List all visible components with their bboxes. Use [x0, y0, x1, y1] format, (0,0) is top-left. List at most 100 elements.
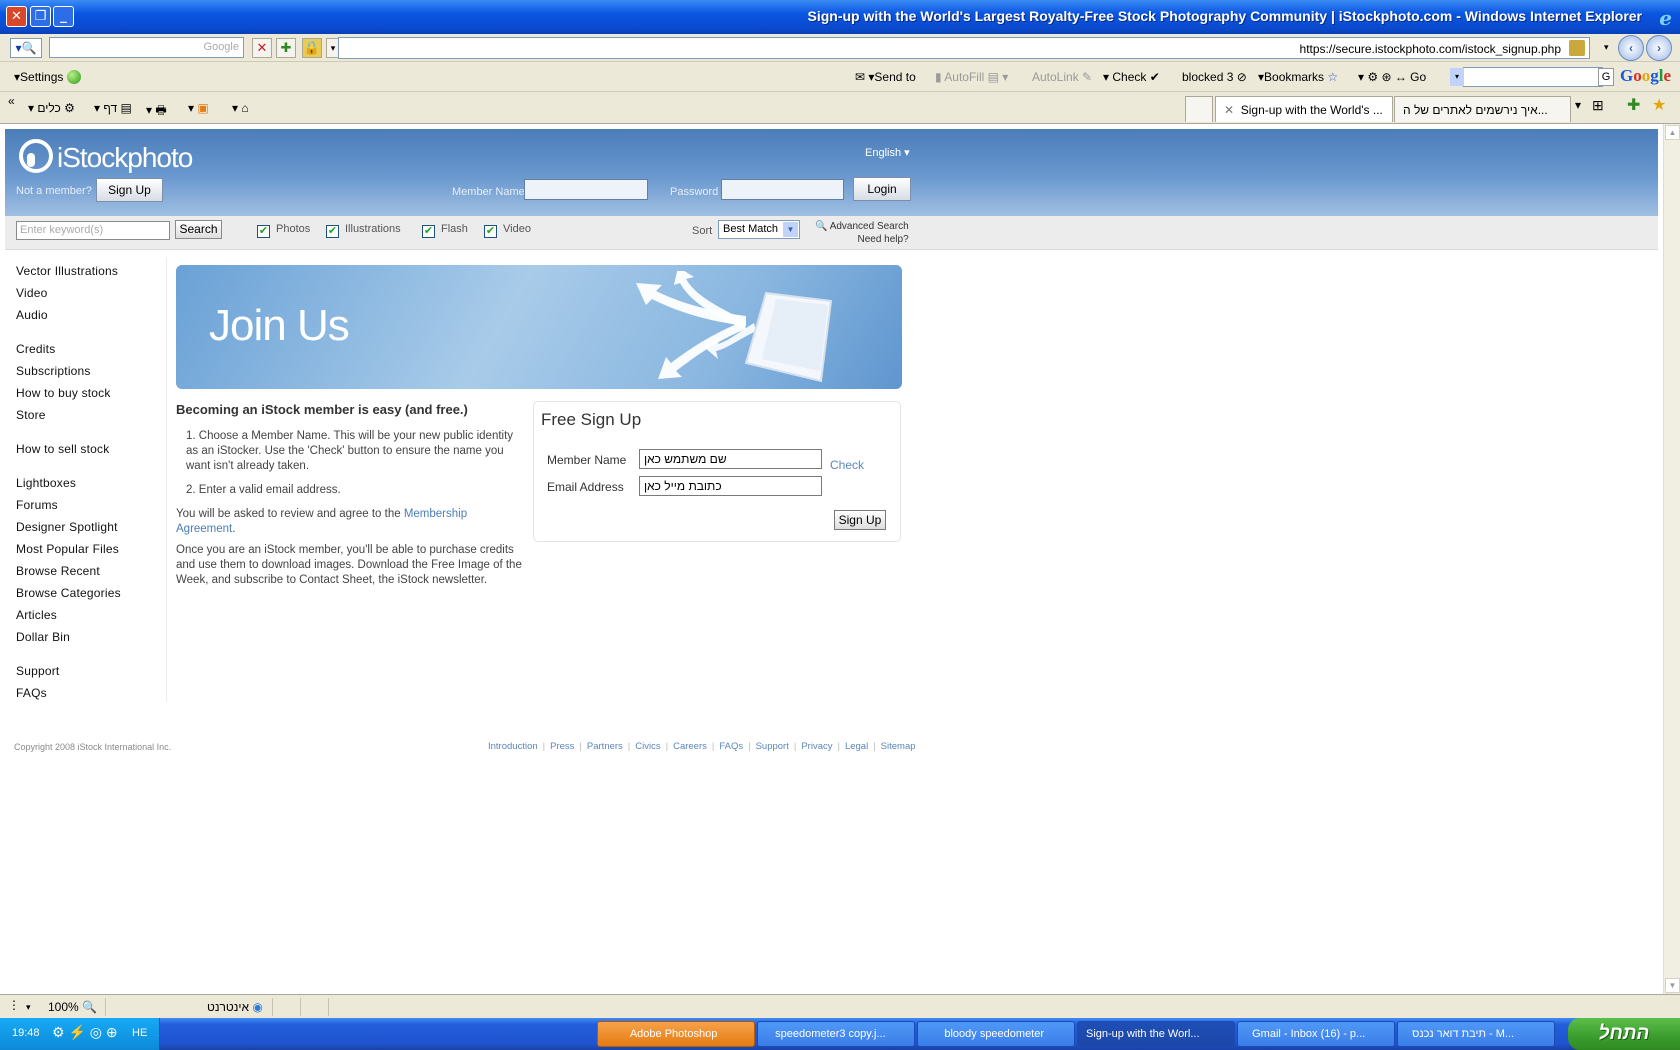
address-dropdown-icon[interactable]: ▾ — [1604, 42, 1609, 53]
filter-illustrations-checkbox[interactable]: ✔ Illustrations — [326, 223, 401, 238]
taskbar-outlook[interactable]: תיבת דואר נכנס - M... — [1397, 1021, 1555, 1047]
taskbar-photoshop[interactable]: Adobe Photoshop — [597, 1021, 755, 1047]
send-to-button[interactable]: ✉ ▾Send to — [855, 70, 916, 84]
security-lock-icon[interactable] — [1569, 40, 1585, 56]
tab-list-dropdown-icon[interactable]: ▾ — [1575, 98, 1581, 112]
nav-link[interactable]: Browse Categories — [16, 582, 166, 604]
nav-link[interactable]: Credits — [16, 338, 166, 360]
add-arrow-icon[interactable]: ✚ — [276, 38, 296, 58]
print-button[interactable]: ▾ 🖶 — [146, 101, 167, 122]
nav-link[interactable]: Browse Recent — [16, 560, 166, 582]
footer-link[interactable]: Press — [550, 741, 574, 752]
nav-link[interactable]: Dollar Bin — [16, 626, 166, 648]
signup-email-input[interactable]: כתובת מייל כאן — [639, 476, 822, 496]
login-password-input[interactable] — [721, 179, 844, 200]
scroll-down-arrow-icon[interactable]: ▼ — [1665, 978, 1680, 993]
language-selector[interactable]: English ▾ — [865, 146, 910, 159]
scroll-up-arrow-icon[interactable]: ▲ — [1665, 125, 1680, 140]
filter-flash-checkbox[interactable]: ✔ Flash — [422, 223, 468, 238]
taskbar-ie-signup[interactable]: Sign-up with the Worl... — [1077, 1021, 1235, 1047]
new-tab-button[interactable] — [1185, 96, 1213, 122]
nav-link[interactable]: Articles — [16, 604, 166, 626]
search-button[interactable]: Search — [175, 220, 222, 239]
tools-menu[interactable]: ▾ כלים ⚙ — [28, 101, 75, 115]
nav-link[interactable]: FAQs — [16, 682, 166, 704]
nav-link[interactable]: Subscriptions — [16, 360, 166, 382]
tab-signup[interactable]: ✕ Sign-up with the World's ... — [1215, 96, 1393, 122]
google-g-icon[interactable]: G — [1598, 68, 1614, 86]
tray-icons[interactable]: ⚙ ⚡ ◎ ⊕ — [52, 1024, 118, 1041]
search-menu-icon[interactable]: ▾🔍 — [10, 38, 42, 58]
autofill-button[interactable]: ▮ AutoFill ▤ ▾ — [935, 70, 1008, 84]
zoom-dropdown-icon[interactable]: ▾ — [26, 1002, 31, 1013]
nav-link[interactable]: How to buy stock — [16, 382, 166, 404]
sort-select[interactable]: Best Match ▼ — [718, 220, 800, 239]
add-favorites-icon[interactable]: ✚ — [1627, 95, 1640, 115]
close-window-button[interactable]: ✕ — [6, 6, 27, 27]
favorites-star-icon[interactable]: ★ — [1652, 95, 1666, 115]
address-bar[interactable]: https://secure.istockphoto.com/istock_si… — [338, 37, 1590, 59]
signup-submit-button[interactable]: Sign Up — [834, 510, 886, 530]
footer-link[interactable]: Sitemap — [881, 741, 916, 752]
nav-link[interactable]: Forums — [16, 494, 166, 516]
footer-link[interactable]: Privacy — [801, 741, 832, 752]
nav-link[interactable]: Lightboxes — [16, 472, 166, 494]
tab-close-icon[interactable]: ✕ — [1224, 103, 1234, 117]
quick-tabs-icon[interactable]: ⊞ — [1592, 97, 1604, 114]
language-indicator[interactable]: HE — [132, 1027, 147, 1039]
check-name-link[interactable]: Check — [830, 458, 864, 472]
maximize-window-button[interactable]: ❐ — [30, 6, 51, 27]
taskbar-speedometer-folder[interactable]: bloody speedometer — [917, 1021, 1075, 1047]
home-button[interactable]: ▾ ⌂ — [232, 101, 249, 115]
signup-member-name-input[interactable]: שם משתמש כאן — [639, 449, 822, 469]
nav-link[interactable]: Store — [16, 404, 166, 426]
clock[interactable]: 19:48 — [12, 1027, 40, 1039]
google-search-input[interactable]: Google — [49, 37, 244, 58]
footer-link[interactable]: Legal — [845, 741, 868, 752]
nav-link[interactable]: Most Popular Files — [16, 538, 166, 560]
taskbar-gmail[interactable]: Gmail - Inbox (16) - p... — [1237, 1021, 1395, 1047]
bookmarks-button[interactable]: ▾Bookmarks ☆ — [1258, 70, 1338, 84]
login-member-name-input[interactable] — [524, 179, 648, 200]
close-x-icon[interactable]: ✕ — [252, 38, 272, 58]
footer-link[interactable]: Support — [756, 741, 789, 752]
security-zone[interactable]: אינטרנט ◉ — [207, 1000, 263, 1014]
footer-link[interactable]: FAQs — [719, 741, 743, 752]
settings-menu[interactable]: ▾Settings — [14, 70, 81, 84]
footer-link[interactable]: Civics — [635, 741, 660, 752]
nav-link[interactable]: How to sell stock — [16, 438, 166, 460]
go-button[interactable]: ▾ ⚙ ⊛ ↔ Go — [1358, 70, 1426, 84]
header-signup-button[interactable]: Sign Up — [96, 178, 163, 202]
spell-check-button[interactable]: ▾ Check ✔ — [1103, 70, 1160, 84]
advanced-search-link[interactable]: 🔍 Advanced Search Need help? — [815, 220, 909, 246]
page-menu[interactable]: ▾ דף ▤ — [94, 101, 132, 115]
taskbar-speedometer-file[interactable]: speedometer3 copy.j... — [757, 1021, 915, 1047]
chevron-more-icon[interactable]: « — [8, 94, 15, 108]
nav-link[interactable]: Vector Illustrations — [16, 260, 166, 282]
forward-button[interactable]: › — [1646, 35, 1672, 61]
zoom-level[interactable]: 100% 🔍 — [48, 1000, 97, 1014]
nav-link[interactable]: Video — [16, 282, 166, 304]
tab-hebrew[interactable]: איך נירשמים לאתרים של ה... — [1394, 96, 1571, 122]
filter-photos-checkbox[interactable]: ✔ Photos — [257, 223, 310, 238]
istock-logo[interactable]: iStockphoto — [19, 139, 193, 174]
footer-link[interactable]: Careers — [673, 741, 707, 752]
keyword-search-input[interactable]: Enter keyword(s) — [16, 221, 170, 240]
footer-link[interactable]: Introduction — [488, 741, 538, 752]
filter-video-checkbox[interactable]: ✔ Video — [484, 223, 531, 238]
need-help-link[interactable]: Need help? — [857, 234, 908, 245]
nav-link[interactable]: Audio — [16, 304, 166, 326]
login-button[interactable]: Login — [853, 177, 911, 201]
minimize-window-button[interactable]: _ — [53, 6, 74, 27]
google-dropdown-icon[interactable]: ▾ — [1450, 68, 1464, 86]
popup-blocked-indicator[interactable]: blocked 3 ⊘ — [1182, 70, 1247, 84]
lock-icon[interactable]: 🔒 — [302, 38, 322, 58]
nav-link[interactable]: Support — [16, 660, 166, 682]
feeds-button[interactable]: ▾ ▣ — [188, 101, 209, 115]
footer-link[interactable]: Partners — [587, 741, 623, 752]
google-query-input[interactable] — [1463, 67, 1603, 87]
autolink-button[interactable]: AutoLink ✎ — [1032, 70, 1092, 84]
start-button[interactable]: התחל — [1568, 1018, 1680, 1050]
vertical-scrollbar[interactable]: ▲ ▼ — [1663, 124, 1680, 994]
nav-link[interactable]: Designer Spotlight — [16, 516, 166, 538]
